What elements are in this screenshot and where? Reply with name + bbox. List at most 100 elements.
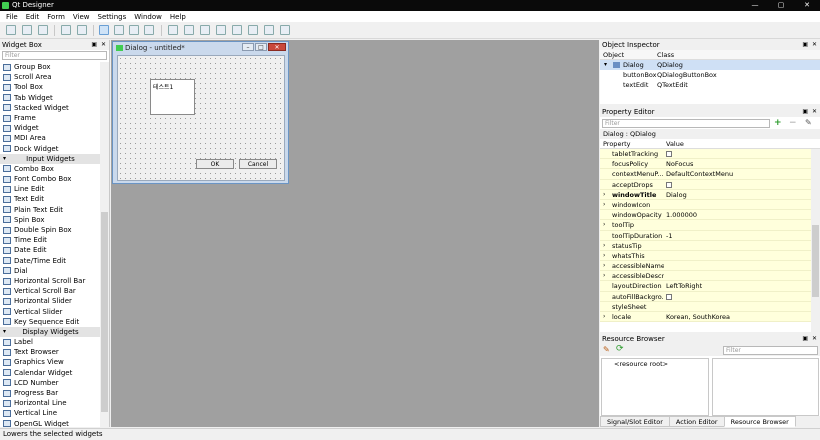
widget-item[interactable]: Spin Box bbox=[0, 215, 101, 225]
widget-item[interactable]: Graphics View bbox=[0, 357, 101, 367]
widget-item[interactable]: Frame bbox=[0, 113, 101, 123]
widget-item[interactable]: Group Box bbox=[0, 62, 101, 72]
property-row[interactable]: contextMenuP... DefaultContextMenu bbox=[600, 169, 811, 180]
tree-row-buttonbox[interactable]: buttonBox QDialogButtonBox bbox=[600, 70, 820, 80]
widget-item[interactable]: Double Spin Box bbox=[0, 225, 101, 235]
tree-row-textedit[interactable]: textEdit QTextEdit bbox=[600, 80, 820, 90]
expand-arrow-icon[interactable]: › bbox=[603, 241, 605, 251]
widget-category-header[interactable]: Display Widgets bbox=[0, 326, 101, 337]
property-row[interactable]: › locale Korean, SouthKorea bbox=[600, 312, 811, 323]
expand-arrow-icon[interactable]: › bbox=[603, 200, 605, 210]
widget-item[interactable]: Plain Text Edit bbox=[0, 205, 101, 215]
property-row[interactable]: › windowIcon bbox=[600, 199, 811, 211]
edit-resources-icon[interactable]: ✎ bbox=[603, 345, 610, 354]
expand-arrow-icon[interactable]: › bbox=[603, 251, 605, 261]
expand-arrow-icon[interactable]: › bbox=[603, 312, 605, 322]
reload-icon[interactable]: ⟳ bbox=[616, 344, 624, 354]
float-icon[interactable]: ▣ bbox=[91, 40, 97, 50]
widget-item[interactable]: Scroll Area bbox=[0, 72, 101, 82]
menu-form[interactable]: Form bbox=[43, 13, 69, 21]
property-row[interactable]: › whatsThis bbox=[600, 250, 811, 262]
property-row[interactable]: › toolTip bbox=[600, 220, 811, 231]
widget-item[interactable]: Line Edit bbox=[0, 184, 101, 194]
widget-item[interactable]: Date/Time Edit bbox=[0, 256, 101, 266]
expand-arrow-icon[interactable]: › bbox=[603, 220, 605, 230]
new-form-icon[interactable] bbox=[6, 25, 16, 35]
remove-dynamic-property-icon[interactable]: − bbox=[789, 118, 797, 128]
tab-resource-browser[interactable]: Resource Browser bbox=[723, 416, 796, 427]
widget-item[interactable]: Text Browser bbox=[0, 347, 101, 357]
edit-signals-slots-icon[interactable] bbox=[114, 25, 124, 35]
expand-arrow-icon[interactable]: › bbox=[603, 261, 605, 271]
dialog-minimize-icon[interactable]: – bbox=[242, 43, 254, 51]
widget-item[interactable]: Progress Bar bbox=[0, 388, 101, 398]
widget-item[interactable]: Vertical Slider bbox=[0, 307, 101, 317]
text-edit-widget[interactable]: 테스트1 bbox=[150, 79, 195, 115]
property-value[interactable] bbox=[666, 292, 672, 302]
widget-category-header[interactable]: Input Widgets bbox=[0, 153, 101, 164]
menu-edit[interactable]: Edit bbox=[22, 13, 44, 21]
widget-item[interactable]: Time Edit bbox=[0, 235, 101, 245]
resource-tree[interactable]: <resource root> bbox=[601, 358, 709, 416]
widget-item[interactable]: Calendar Widget bbox=[0, 368, 101, 378]
close-dock-icon[interactable]: ✕ bbox=[812, 107, 817, 117]
property-value[interactable]: Korean, SouthKorea bbox=[666, 312, 730, 322]
tab-signal-slot-editor[interactable]: Signal/Slot Editor bbox=[600, 416, 670, 427]
property-row[interactable]: styleSheet bbox=[600, 301, 811, 312]
resource-filter-input[interactable]: Filter bbox=[723, 346, 818, 355]
open-form-icon[interactable] bbox=[22, 25, 32, 35]
property-row[interactable]: autoFillBackgro... bbox=[600, 291, 811, 302]
checkbox[interactable] bbox=[666, 151, 672, 157]
property-row[interactable]: › statusTip bbox=[600, 240, 811, 251]
menu-view[interactable]: View bbox=[69, 13, 94, 21]
resource-root-item[interactable]: <resource root> bbox=[614, 360, 668, 368]
save-form-icon[interactable] bbox=[38, 25, 48, 35]
maximize-icon[interactable]: ▢ bbox=[768, 0, 794, 11]
widget-box-scrollbar[interactable] bbox=[100, 62, 109, 427]
expand-arrow-icon[interactable]: › bbox=[603, 190, 605, 200]
menu-help[interactable]: Help bbox=[166, 13, 190, 21]
tab-action-editor[interactable]: Action Editor bbox=[668, 416, 725, 427]
widget-item[interactable]: Vertical Line bbox=[0, 408, 101, 418]
float-icon[interactable]: ▣ bbox=[802, 107, 808, 117]
menu-settings[interactable]: Settings bbox=[94, 13, 131, 21]
widget-item[interactable]: Key Sequence Edit bbox=[0, 317, 101, 327]
dialog-form-canvas[interactable]: 테스트1 OK Cancel bbox=[117, 55, 285, 181]
minimize-icon[interactable]: — bbox=[742, 0, 768, 11]
edit-buddies-icon[interactable] bbox=[129, 25, 139, 35]
layout-splitter-v-icon[interactable] bbox=[216, 25, 226, 35]
widget-item[interactable]: Horizontal Line bbox=[0, 398, 101, 408]
widget-item[interactable]: Horizontal Slider bbox=[0, 296, 101, 306]
widget-item[interactable]: Dock Widget bbox=[0, 144, 101, 154]
widget-item[interactable]: MDI Area bbox=[0, 133, 101, 143]
dialog-maximize-icon[interactable]: □ bbox=[255, 43, 267, 51]
layout-vertical-icon[interactable] bbox=[184, 25, 194, 35]
break-layout-icon[interactable] bbox=[264, 25, 274, 35]
property-value[interactable]: DefaultContextMenu bbox=[666, 169, 733, 179]
property-row[interactable]: tabletTracking bbox=[600, 149, 811, 160]
widget-item[interactable]: LCD Number bbox=[0, 378, 101, 388]
layout-grid-icon[interactable] bbox=[232, 25, 242, 35]
widget-item[interactable]: Dial bbox=[0, 266, 101, 276]
layout-horizontal-icon[interactable] bbox=[168, 25, 178, 35]
widget-item[interactable]: Vertical Scroll Bar bbox=[0, 286, 101, 296]
property-value[interactable]: LeftToRight bbox=[666, 281, 702, 291]
property-row[interactable]: acceptDrops bbox=[600, 179, 811, 190]
float-icon[interactable]: ▣ bbox=[802, 40, 808, 50]
layout-splitter-h-icon[interactable] bbox=[200, 25, 210, 35]
bring-to-front-icon[interactable] bbox=[77, 25, 87, 35]
property-scrollbar[interactable] bbox=[811, 149, 820, 332]
widget-item[interactable]: Widget bbox=[0, 123, 101, 133]
widget-item[interactable]: Combo Box bbox=[0, 164, 101, 174]
close-dock-icon[interactable]: ✕ bbox=[812, 40, 817, 50]
ok-button[interactable]: OK bbox=[196, 159, 234, 169]
dialog-close-icon[interactable]: ✕ bbox=[268, 43, 286, 51]
tree-row-dialog[interactable]: ▾ Dialog QDialog bbox=[600, 60, 820, 70]
close-icon[interactable]: ✕ bbox=[794, 0, 820, 11]
menu-file[interactable]: File bbox=[2, 13, 22, 21]
layout-form-icon[interactable] bbox=[248, 25, 258, 35]
property-row[interactable]: › windowTitle Dialog bbox=[600, 189, 811, 200]
menu-window[interactable]: Window bbox=[130, 13, 166, 21]
edit-widgets-icon[interactable] bbox=[99, 25, 109, 35]
close-dock-icon[interactable]: ✕ bbox=[101, 40, 106, 50]
